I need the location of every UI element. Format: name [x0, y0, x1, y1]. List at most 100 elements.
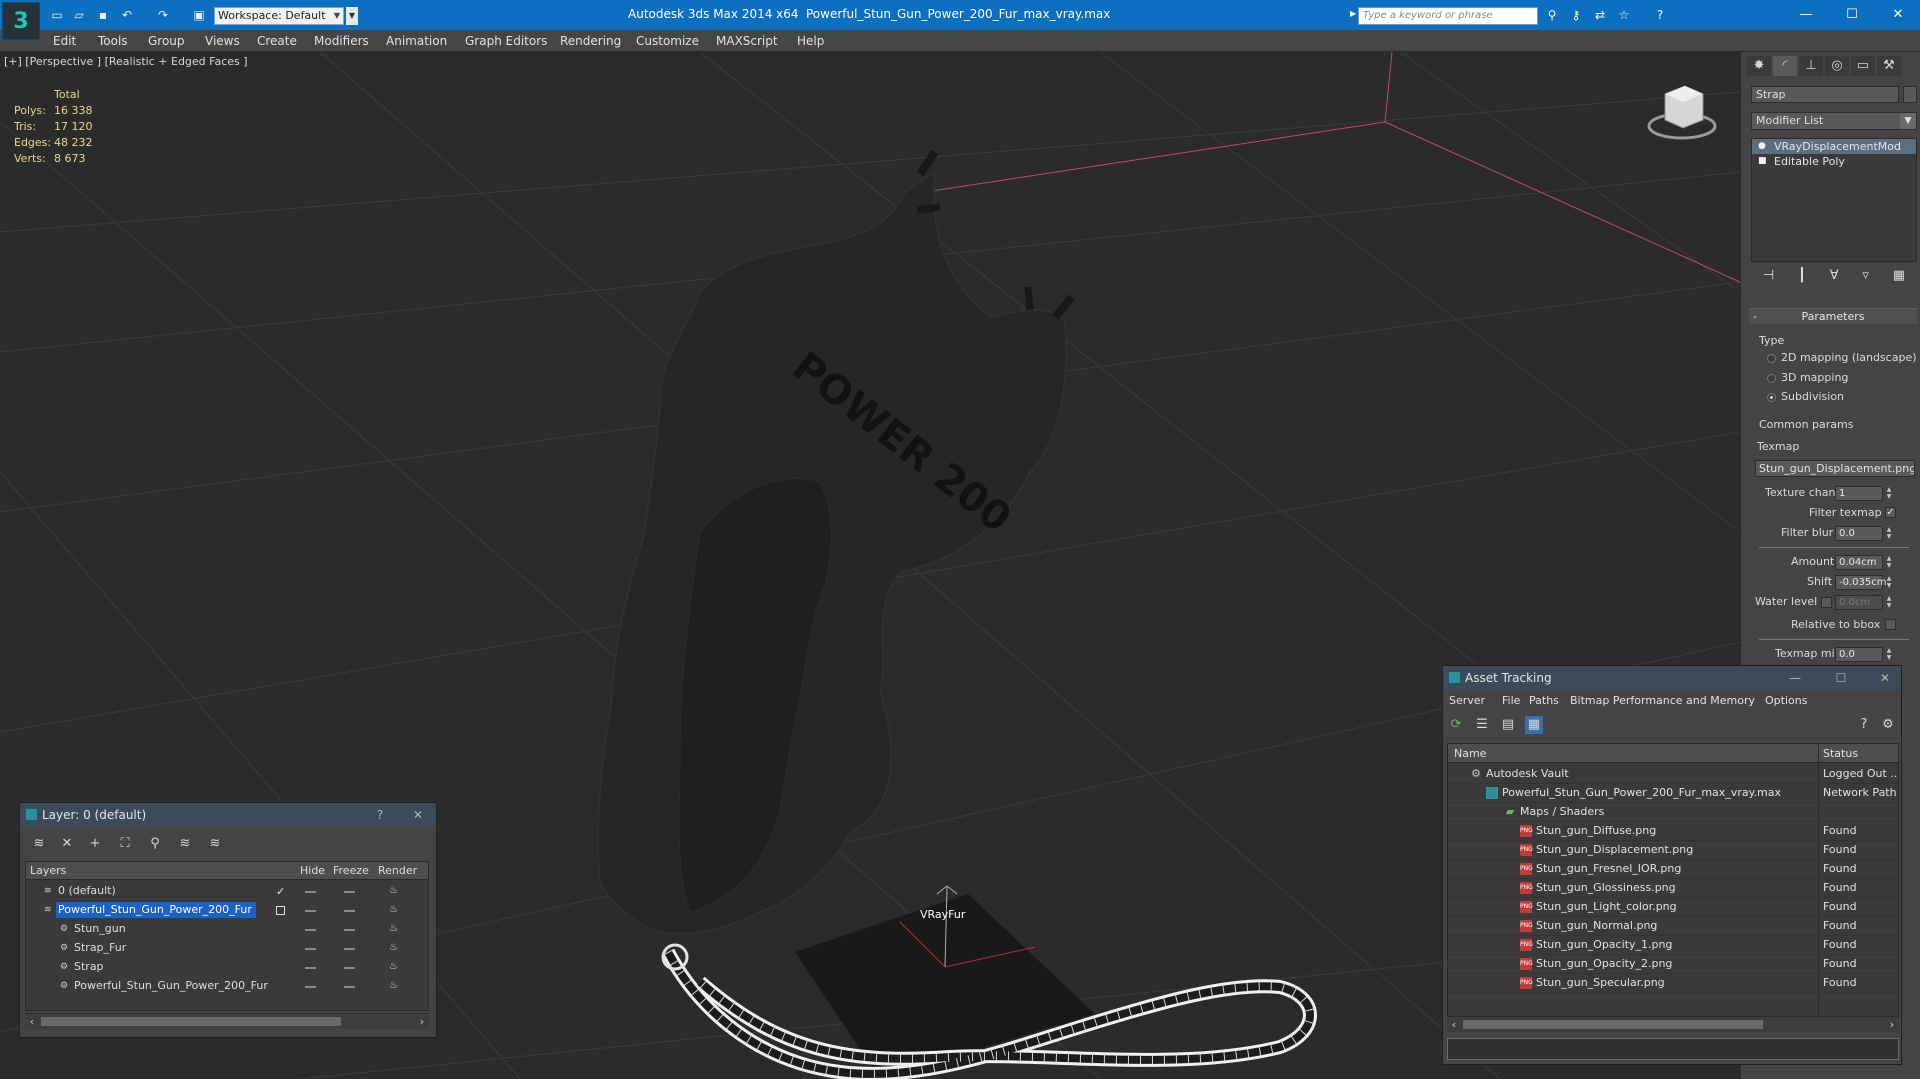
spinner-arrows-icon[interactable]: ▲ ▼ — [1885, 575, 1893, 590]
add-selection-icon[interactable]: + — [86, 835, 104, 853]
texture-chan-spinner[interactable]: 1 — [1835, 486, 1883, 501]
scroll-left-icon[interactable]: ‹ — [1447, 1017, 1461, 1033]
menu-animation[interactable]: Animation — [386, 34, 447, 48]
project-icon[interactable]: ▣ — [192, 8, 206, 22]
menu-tools[interactable]: Tools — [98, 34, 128, 48]
filter-blur-spinner[interactable]: 0.0 — [1835, 526, 1883, 541]
asset-menu-paths[interactable]: Paths — [1529, 694, 1559, 707]
freeze-toggle[interactable] — [344, 967, 355, 969]
menu-graph-editors[interactable]: Graph Editors — [465, 34, 547, 48]
freeze-all-icon[interactable]: ≋ — [206, 835, 224, 853]
radio-3d-mapping[interactable] — [1767, 374, 1776, 383]
view-cube[interactable] — [1647, 85, 1717, 140]
object-name-field[interactable]: Strap — [1751, 86, 1899, 103]
asset-row[interactable]: PNG Stun_gun_Diffuse.png Found — [1448, 822, 1898, 841]
binoculars-icon[interactable]: ⚲ — [1544, 8, 1560, 22]
menu-help[interactable]: Help — [797, 34, 824, 48]
render-teapot-icon[interactable]: ♨ — [389, 942, 401, 954]
scroll-thumb[interactable] — [1463, 1020, 1763, 1029]
menu-create[interactable]: Create — [257, 34, 297, 48]
column-header-freeze[interactable]: Freeze — [333, 864, 369, 877]
texmap-min-spinner[interactable]: 0.0 — [1835, 647, 1883, 662]
asset-row[interactable]: PNG Stun_gun_Fresnel_IOR.png Found — [1448, 860, 1898, 879]
object-row[interactable]: ⚙ Powerful_Stun_Gun_Power_200_Fur ♨ — [26, 977, 428, 996]
help-icon[interactable]: ? — [1855, 716, 1873, 734]
create-layer-icon[interactable]: ≋ — [30, 835, 48, 853]
asset-row[interactable]: PNG Stun_gun_Normal.png Found — [1448, 917, 1898, 936]
hierarchy-icon[interactable]: ⊥ — [1799, 56, 1823, 76]
menu-modifiers[interactable]: Modifiers — [314, 34, 369, 48]
display-icon[interactable]: ▭ — [1851, 56, 1875, 76]
column-header-render[interactable]: Render — [378, 864, 417, 877]
render-teapot-icon[interactable]: ♨ — [389, 961, 401, 973]
make-unique-icon[interactable]: ∀ — [1830, 268, 1839, 288]
asset-row[interactable]: PNG Stun_gun_Opacity_2.png Found — [1448, 955, 1898, 974]
render-teapot-icon[interactable]: ♨ — [389, 923, 401, 935]
workspace-menu-button[interactable]: ▼ — [346, 7, 358, 25]
pin-stack-icon[interactable]: ⊣ — [1763, 268, 1774, 288]
hide-toggle[interactable] — [305, 891, 316, 893]
favorites-icon[interactable]: ☆ — [1616, 8, 1632, 22]
object-row[interactable]: ⚙ Strap ♨ — [26, 958, 428, 977]
motion-icon[interactable]: ◎ — [1825, 56, 1849, 76]
radio-2d-mapping[interactable] — [1767, 354, 1776, 363]
stack-item-vraydisplacementmod[interactable]: ● VRayDisplacementMod — [1752, 139, 1916, 154]
layer-name[interactable]: Powerful_Stun_Gun_Power_200_Fur — [56, 902, 256, 918]
minimize-button[interactable]: — — [1786, 5, 1826, 25]
water-level-checkbox[interactable] — [1821, 597, 1832, 608]
render-teapot-icon[interactable]: ♨ — [389, 885, 401, 897]
spinner-arrows-icon[interactable]: ▲ ▼ — [1885, 526, 1893, 541]
grid-view-icon[interactable]: ▦ — [1525, 716, 1543, 734]
list-view-icon[interactable]: ☰ — [1473, 716, 1491, 734]
refresh-icon[interactable]: ⟳ — [1447, 716, 1465, 734]
save-icon[interactable]: ▪ — [96, 8, 110, 22]
shift-spinner[interactable]: -0.035cm — [1835, 575, 1886, 590]
search-input[interactable]: Type a keyword or phrase — [1358, 7, 1538, 25]
exchange-icon[interactable]: ⇄ — [1592, 8, 1608, 22]
asset-row[interactable]: PNG Stun_gun_Light_color.png Found — [1448, 898, 1898, 917]
asset-path-field[interactable] — [1447, 1038, 1899, 1060]
asset-row[interactable]: PNG Stun_gun_Glossiness.png Found — [1448, 879, 1898, 898]
asset-row[interactable]: PNG Stun_gun_Opacity_1.png Found — [1448, 936, 1898, 955]
spinner-arrows-icon[interactable]: ▲ ▼ — [1885, 486, 1893, 501]
relative-bbox-checkbox[interactable] — [1885, 619, 1896, 630]
stun-gun-model[interactable]: POWER 200 — [597, 149, 1076, 935]
object-row[interactable]: ⚙ Strap_Fur ♨ — [26, 939, 428, 958]
menu-rendering[interactable]: Rendering — [560, 34, 621, 48]
menu-edit[interactable]: Edit — [53, 34, 76, 48]
set-current-box[interactable] — [276, 906, 285, 915]
table-view-icon[interactable]: ▤ — [1499, 716, 1517, 734]
asset-menu-options[interactable]: Options — [1765, 694, 1807, 707]
maximize-button[interactable]: ☐ — [1829, 666, 1853, 690]
hide-all-icon[interactable]: ≋ — [176, 835, 194, 853]
modifier-list-dropdown[interactable]: Modifier List ▼ — [1751, 112, 1917, 130]
show-end-result-icon[interactable]: ┃ — [1798, 268, 1806, 288]
asset-horizontal-scrollbar[interactable]: ‹ › — [1447, 1016, 1899, 1032]
asset-row[interactable]: ⚙ Autodesk Vault Logged Out ... — [1448, 765, 1898, 784]
spinner-arrows-icon[interactable]: ▲ ▼ — [1885, 555, 1893, 570]
texmap-button[interactable]: Stun_gun_Displacement.png) — [1755, 460, 1915, 477]
column-header-status[interactable]: Status — [1823, 747, 1858, 760]
redo-icon[interactable]: ↷ — [156, 8, 170, 22]
menu-views[interactable]: Views — [205, 34, 240, 48]
help-icon[interactable]: ? — [1652, 8, 1668, 22]
object-color-swatch[interactable] — [1903, 86, 1917, 103]
app-logo-icon[interactable]: 3 — [2, 2, 40, 40]
radio-subdivision[interactable] — [1767, 393, 1776, 402]
minimize-button[interactable]: — — [1783, 666, 1807, 690]
maximize-button[interactable]: ☐ — [1832, 5, 1872, 25]
create-icon[interactable]: ✸ — [1747, 56, 1771, 76]
asset-menu-bitmap-performance[interactable]: Bitmap Performance and Memory — [1570, 694, 1755, 707]
close-button[interactable]: ✕ — [1878, 5, 1918, 25]
column-header-name[interactable]: Name — [1454, 747, 1486, 760]
hide-toggle[interactable] — [305, 986, 316, 988]
asset-menu-file[interactable]: File — [1502, 694, 1520, 707]
menu-customize[interactable]: Customize — [636, 34, 699, 48]
freeze-toggle[interactable] — [344, 929, 355, 931]
configure-sets-icon[interactable]: ▦ — [1893, 268, 1905, 288]
hide-toggle[interactable] — [305, 967, 316, 969]
column-header-layers[interactable]: Layers — [30, 864, 66, 877]
remove-modifier-icon[interactable]: ▿ — [1862, 268, 1869, 288]
freeze-toggle[interactable] — [344, 910, 355, 912]
layer-row[interactable]: ≋ Powerful_Stun_Gun_Power_200_Fur ♨ — [26, 901, 428, 920]
